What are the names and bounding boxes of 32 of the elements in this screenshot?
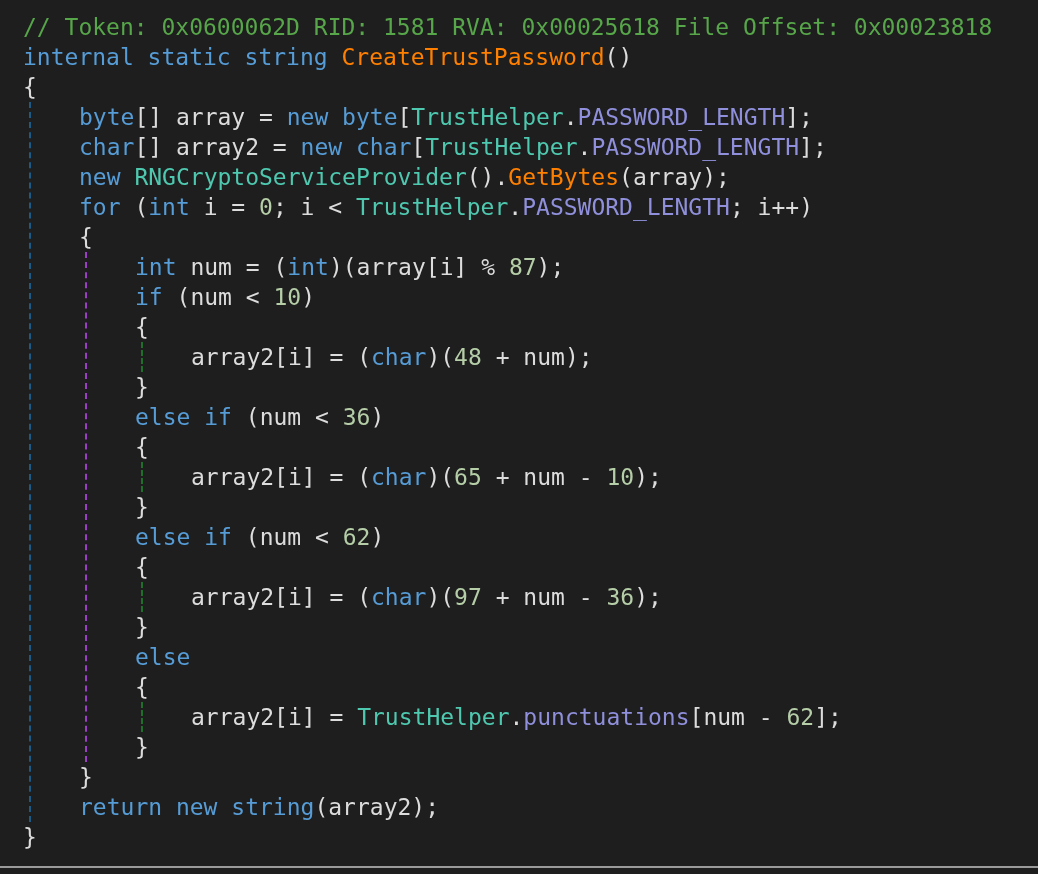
code-line: else if (num < 36) <box>135 403 385 432</box>
code-line: char[] array2 = new char[TrustHelper.PASSWORD_LENGTH]; <box>79 133 827 162</box>
code-line: array2[i] = (char)(97 + num - 36); <box>191 583 662 612</box>
indent-guide <box>141 342 143 372</box>
code-line: } <box>135 493 149 522</box>
code-line: { <box>79 223 93 252</box>
code-line: else <box>135 643 191 672</box>
code-line: else if (num < 62) <box>135 523 385 552</box>
code-line: for (int i = 0; i < TrustHelper.PASSWORD_LENGTH; i++) <box>79 193 813 222</box>
code-line: } <box>79 763 93 792</box>
code-line: array2[i] = (char)(65 + num - 10); <box>191 463 662 492</box>
code-line: } <box>135 373 149 402</box>
code-line: if (num < 10) <box>135 283 316 312</box>
code-line: } <box>23 823 37 852</box>
indent-guide <box>141 702 143 732</box>
code-line: array2[i] = TrustHelper.punctuations[num - 62]; <box>191 703 842 732</box>
code-line: new RNGCryptoServiceProvider().GetBytes(array); <box>79 163 730 192</box>
code-line: { <box>135 553 149 582</box>
indent-guide <box>141 582 143 612</box>
code-comment: // Token: 0x0600062D RID: 1581 RVA: 0x00025618 File Offset: 0x00023818 <box>23 13 993 42</box>
code-line: { <box>135 433 149 462</box>
indent-guide <box>141 462 143 492</box>
code-line: } <box>135 613 149 642</box>
code-line: } <box>135 733 149 762</box>
code-line: { <box>135 313 149 342</box>
code-line: internal static string CreateTrustPassword() <box>23 43 633 72</box>
code-line: byte[] array = new byte[TrustHelper.PASSWORD_LENGTH]; <box>79 103 813 132</box>
code-line: { <box>23 73 37 102</box>
code-line: return new string(array2); <box>79 793 440 822</box>
code-line: int num = (int)(array[i] % 87); <box>135 253 565 282</box>
code-line: { <box>135 673 149 702</box>
code-line: array2[i] = (char)(48 + num); <box>191 343 593 372</box>
